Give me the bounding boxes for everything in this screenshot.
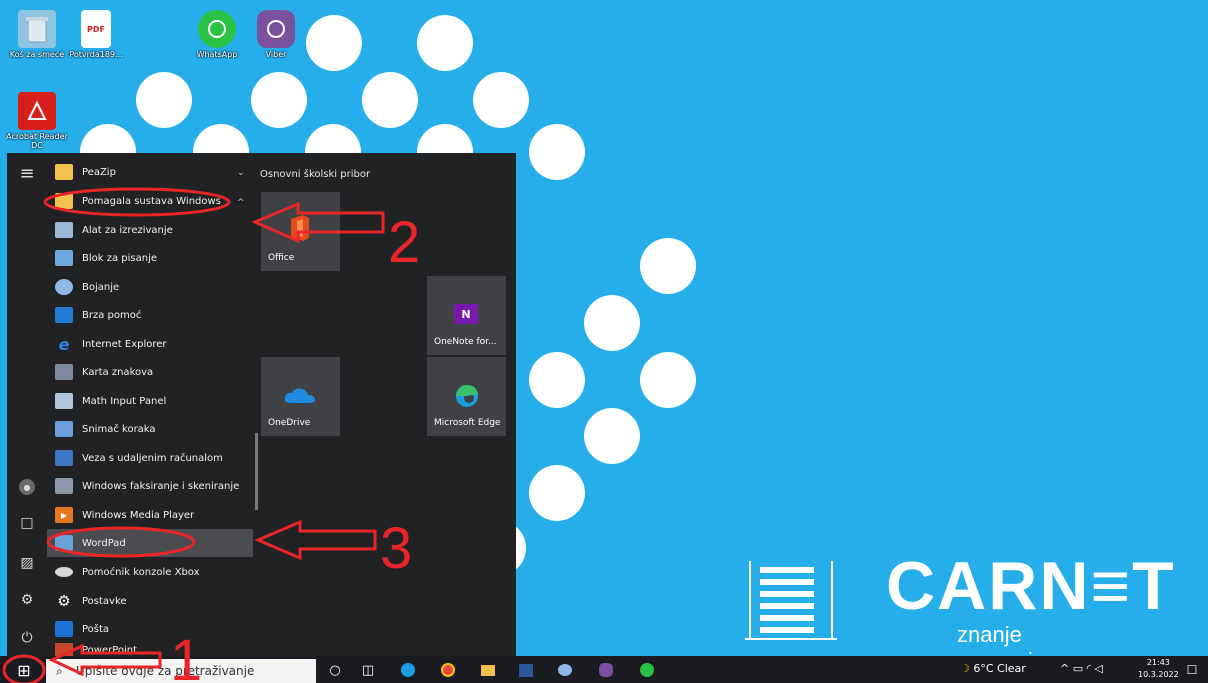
tile-office[interactable]: Office bbox=[261, 192, 340, 271]
snipping-tool-icon bbox=[55, 222, 73, 238]
list-item-blok-za-pisanje[interactable]: Blok za pisanje bbox=[55, 245, 157, 271]
whatsapp-icon bbox=[198, 10, 236, 48]
documents-icon[interactable]: □ bbox=[17, 513, 37, 533]
math-input-panel-icon bbox=[55, 393, 73, 409]
list-item-bojanje[interactable]: Bojanje bbox=[55, 274, 119, 300]
viber-taskbar-icon[interactable] bbox=[596, 660, 616, 680]
desktop-icon-whatsapp[interactable]: WhatsApp bbox=[186, 10, 248, 59]
edge-icon bbox=[456, 385, 478, 407]
viber-icon bbox=[257, 10, 295, 48]
wordpad-icon bbox=[55, 535, 73, 551]
acrobat-reader-icon bbox=[18, 92, 56, 130]
list-item-snimac-koraka[interactable]: Snimač koraka bbox=[55, 416, 156, 442]
chevron-down-icon[interactable]: ⌄ bbox=[237, 168, 245, 178]
user-account-icon[interactable]: ● bbox=[19, 479, 35, 495]
tile-onenote[interactable]: N OneNote for... bbox=[427, 276, 506, 355]
character-map-icon bbox=[55, 364, 73, 380]
paint-taskbar-icon[interactable] bbox=[555, 660, 575, 680]
desktop-icon-pdf[interactable]: PDF Potvrda189... bbox=[65, 10, 127, 59]
edge-taskbar-icon[interactable] bbox=[398, 660, 418, 680]
list-item-internet-explorer[interactable]: e Internet Explorer bbox=[55, 331, 167, 357]
weather-widget[interactable]: ☽ 6°C Clear bbox=[960, 662, 1026, 675]
carnet-tagline: znanje povezuje bbox=[957, 622, 1045, 656]
steps-recorder-icon bbox=[55, 421, 73, 437]
list-item-math-input-panel[interactable]: Math Input Panel bbox=[55, 388, 166, 414]
tile-onedrive[interactable]: OneDrive bbox=[261, 357, 340, 436]
fax-scan-icon bbox=[55, 478, 73, 494]
start-menu: ≡ ● □ ▨ ⚙ ⏻ PeaZip ⌄ Pomagala sustava Wi… bbox=[7, 153, 516, 657]
whatsapp-taskbar-icon[interactable] bbox=[637, 660, 657, 680]
list-item-wordpad[interactable]: WordPad bbox=[47, 529, 253, 557]
office-icon bbox=[291, 215, 309, 241]
folder-icon bbox=[55, 164, 73, 180]
list-item-windows-media-player[interactable]: ▶ Windows Media Player bbox=[55, 502, 194, 528]
internet-explorer-icon: e bbox=[58, 334, 70, 354]
xbox-icon bbox=[55, 567, 73, 577]
chrome-taskbar-icon[interactable] bbox=[438, 660, 458, 680]
cortana-icon[interactable]: ○ bbox=[325, 660, 345, 680]
power-icon[interactable]: ⏻ bbox=[17, 628, 37, 648]
paint-icon bbox=[55, 279, 73, 295]
pictures-icon[interactable]: ▨ bbox=[17, 553, 37, 573]
list-item-karta-znakova[interactable]: Karta znakova bbox=[55, 359, 153, 385]
hamburger-menu-icon[interactable]: ≡ bbox=[17, 163, 37, 184]
powerpoint-icon bbox=[55, 643, 73, 657]
windows-start-icon[interactable]: ⊞ bbox=[14, 660, 34, 680]
onedrive-icon bbox=[284, 388, 315, 403]
desktop-icon-viber[interactable]: Viber bbox=[245, 10, 307, 59]
list-item-powerpoint[interactable]: PowerPoint bbox=[55, 643, 137, 657]
quick-assist-icon bbox=[55, 307, 73, 323]
tiles-group-title: Osnovni školski pribor bbox=[260, 169, 371, 180]
list-item-veza-s-udaljenim-racunalom[interactable]: Veza s udaljenim računalom bbox=[55, 445, 223, 471]
search-placeholder: Upišite ovdje za pretraživanje bbox=[76, 664, 255, 678]
word-taskbar-icon[interactable] bbox=[516, 660, 536, 680]
list-item-brza-pomoc[interactable]: Brza pomoć bbox=[55, 302, 141, 328]
desktop-icon-acrobat[interactable]: Acrobat Reader DC bbox=[6, 92, 68, 150]
list-item-xbox[interactable]: Pomoćnik konzole Xbox bbox=[55, 559, 200, 585]
taskbar: ⊞ ⌕ Upišite ovdje za pretraživanje ○ ◫ ☽… bbox=[0, 656, 1208, 683]
search-box[interactable]: ⌕ Upišite ovdje za pretraživanje bbox=[46, 659, 316, 683]
tile-microsoft-edge[interactable]: Microsoft Edge bbox=[427, 357, 506, 436]
pdf-file-icon: PDF bbox=[81, 10, 111, 48]
start-rail: ≡ ● □ ▨ ⚙ ⏻ bbox=[7, 153, 47, 656]
list-item-postavke[interactable]: ⚙ Postavke bbox=[55, 588, 126, 614]
chevron-up-icon[interactable]: ^ bbox=[237, 198, 245, 208]
list-item-windows-faksiranje[interactable]: Windows faksiranje i skeniranje bbox=[55, 473, 239, 499]
notepad-icon bbox=[55, 250, 73, 266]
notifications-icon[interactable]: ☐ bbox=[1182, 660, 1202, 680]
app-list-scrollbar[interactable] bbox=[255, 433, 258, 510]
abacus-icon bbox=[745, 561, 837, 640]
carnet-wordmark: CARN≡T bbox=[886, 548, 1176, 624]
task-view-icon[interactable]: ◫ bbox=[358, 660, 378, 680]
moon-icon: ☽ bbox=[960, 662, 970, 675]
list-item-posta[interactable]: Pošta bbox=[55, 616, 109, 642]
mail-icon bbox=[55, 621, 73, 637]
media-player-icon: ▶ bbox=[55, 507, 73, 523]
file-explorer-icon[interactable] bbox=[478, 660, 498, 680]
desktop-icon-recycle-bin[interactable]: Koš za smeće bbox=[6, 10, 68, 59]
clock[interactable]: 21:43 10.3.2022 bbox=[1138, 657, 1179, 681]
settings-icon: ⚙ bbox=[57, 592, 71, 610]
onenote-icon: N bbox=[454, 304, 478, 324]
recycle-bin-icon bbox=[18, 10, 56, 48]
list-item-alat-za-izrezivanje[interactable]: Alat za izrezivanje bbox=[55, 217, 173, 243]
folder-icon bbox=[55, 193, 73, 209]
search-icon: ⌕ bbox=[56, 663, 63, 678]
list-item-pomagala-sustava-windows[interactable]: Pomagala sustava Windows bbox=[55, 188, 221, 214]
system-tray-icons[interactable]: ^ ▭ ◜ ◁ bbox=[1060, 662, 1103, 675]
settings-icon[interactable]: ⚙ bbox=[17, 590, 37, 610]
remote-desktop-icon bbox=[55, 450, 73, 466]
list-item-peazip[interactable]: PeaZip bbox=[55, 159, 116, 185]
